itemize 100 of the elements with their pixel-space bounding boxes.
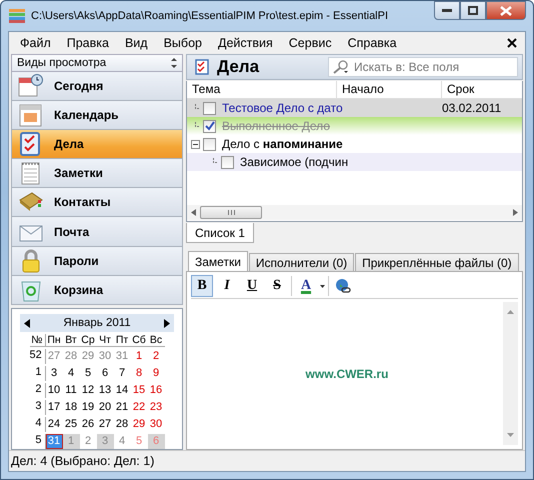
calendar-day[interactable]: 4 <box>114 434 130 450</box>
note-text: www.CWER.ru <box>306 366 388 380</box>
task-checkbox[interactable] <box>203 138 216 150</box>
calendar-day[interactable]: 10 <box>46 383 62 398</box>
detail-tab[interactable]: Заметки <box>188 251 248 271</box>
calendar-day[interactable]: 2 <box>80 434 96 450</box>
minimize-button[interactable] <box>434 1 460 20</box>
search-field[interactable]: Искать в: Все поля <box>328 57 518 77</box>
task-row[interactable]: Дело с напоминание <box>187 135 522 153</box>
calendar-day[interactable]: 27 <box>96 417 114 432</box>
column-header[interactable]: Срок <box>442 81 522 98</box>
list-tab[interactable]: Список 1 <box>186 223 254 243</box>
task-row[interactable]: Зависимое (подчин <box>187 153 522 171</box>
calendar-day[interactable]: 15 <box>130 383 148 398</box>
calendar-day[interactable]: 7 <box>114 366 130 382</box>
weekday-header: № <box>30 334 46 348</box>
menu-item[interactable]: Вид <box>116 36 156 50</box>
calendar-day[interactable]: 25 <box>62 417 80 432</box>
calendar-day[interactable]: 24 <box>46 417 62 432</box>
calendar-day[interactable]: 4 <box>62 366 80 382</box>
menu-item[interactable]: Правка <box>58 36 117 50</box>
calendar-day[interactable]: 19 <box>80 400 96 416</box>
menu-item[interactable]: Сервис <box>280 36 340 50</box>
calendar-day[interactable]: 13 <box>96 383 114 398</box>
sidebar-item[interactable]: Сегодня <box>11 72 183 101</box>
text-color-button[interactable]: A <box>295 275 317 297</box>
calendar-day[interactable]: 16 <box>148 383 164 398</box>
menu-item[interactable]: Файл <box>12 36 59 50</box>
sidebar-item[interactable]: Календарь <box>11 100 183 130</box>
collapse-icon[interactable] <box>191 140 200 148</box>
calendar-day[interactable]: 2 <box>148 349 164 364</box>
month-title: Январь 2011 <box>63 317 131 330</box>
calendar-day[interactable]: 9 <box>148 366 164 382</box>
calendar-day[interactable]: 30 <box>96 349 114 364</box>
weekday-header: Чт <box>96 334 114 348</box>
calendar-day[interactable]: 8 <box>130 366 148 382</box>
calendar-day[interactable]: 3 <box>46 366 62 382</box>
calendar-day[interactable]: 11 <box>62 383 80 398</box>
due-date: 03.02.2011 <box>442 101 502 115</box>
menu-item[interactable]: Выбор <box>156 36 210 50</box>
calendar-day[interactable]: 5 <box>80 366 96 382</box>
column-header[interactable]: Тема <box>187 81 337 98</box>
close-icon[interactable] <box>507 38 517 48</box>
calendar-day[interactable]: 31 <box>114 349 130 364</box>
checklist-icon <box>195 59 209 75</box>
bold-button[interactable]: B <box>191 275 213 297</box>
previous-month-icon[interactable] <box>24 318 30 328</box>
sidebar-item[interactable]: Пароли <box>11 246 183 276</box>
weekday-header: Ср <box>80 334 96 348</box>
scroll-arrows-icon[interactable] <box>171 56 177 69</box>
calendar-day[interactable]: 29 <box>80 349 96 364</box>
task-checkbox[interactable] <box>203 102 216 114</box>
calendar-day[interactable]: 29 <box>130 417 148 432</box>
task-row[interactable]: Тестовое Дело с дато 03.02.2011 <box>187 99 522 117</box>
sidebar-item[interactable]: Контакты <box>11 188 183 218</box>
calendar-day[interactable]: 22 <box>130 400 148 416</box>
menu-item[interactable]: Справка <box>340 36 405 50</box>
maximize-icon <box>468 6 478 15</box>
week-number: 1 <box>30 366 46 382</box>
close-button[interactable] <box>486 1 526 20</box>
horizontal-scrollbar[interactable] <box>187 205 522 220</box>
calendar-day[interactable]: 18 <box>62 400 80 416</box>
scroll-right-icon[interactable] <box>513 209 518 216</box>
maximize-button[interactable] <box>460 1 486 20</box>
sidebar-item[interactable]: Корзина <box>11 276 183 306</box>
calendar-day[interactable]: 14 <box>114 383 130 398</box>
task-checkbox[interactable] <box>203 120 216 132</box>
strikethrough-button[interactable]: S <box>266 275 288 297</box>
italic-button[interactable]: I <box>216 275 238 297</box>
menu-item[interactable]: Действия <box>210 36 281 50</box>
calendar-day[interactable]: 1 <box>130 349 148 364</box>
week-number: 2 <box>30 383 46 398</box>
sidebar-item[interactable]: Заметки <box>11 159 183 188</box>
sidebar-item[interactable]: Почта <box>11 217 183 247</box>
next-month-icon[interactable] <box>164 318 170 328</box>
calendar-day[interactable]: 26 <box>80 417 96 432</box>
task-subject: Зависимое (подчин <box>240 155 348 169</box>
calendar-day[interactable]: 12 <box>80 383 96 398</box>
calendar-day[interactable]: 6 <box>96 366 114 382</box>
section-title: Дела <box>217 57 260 77</box>
calendar-day[interactable]: 28 <box>114 417 130 432</box>
calendar-day[interactable]: 23 <box>148 400 164 416</box>
column-header[interactable]: Начало <box>337 81 442 98</box>
weekday-header: Сб <box>130 334 148 348</box>
task-subject: Дело с напоминание <box>222 137 343 151</box>
calendar-day[interactable]: 20 <box>96 400 114 416</box>
calendar-day[interactable]: 17 <box>46 400 62 416</box>
underline-button[interactable]: U <box>241 275 263 297</box>
calendar-day[interactable]: 28 <box>62 349 80 364</box>
dropdown-caret-icon[interactable] <box>320 284 325 288</box>
detail-tab[interactable]: Прикреплённые файлы (0) <box>355 253 519 271</box>
detail-tab[interactable]: Исполнители (0) <box>248 253 354 271</box>
task-checkbox[interactable] <box>221 156 234 168</box>
calendar-day[interactable]: 21 <box>114 400 130 416</box>
calendar-day[interactable]: 30 <box>148 417 164 432</box>
calendar-day[interactable]: 27 <box>46 349 62 364</box>
scroll-left-icon[interactable] <box>191 209 196 216</box>
sidebar-item[interactable]: Дела <box>11 130 183 160</box>
task-subject: Выполненное Дело <box>222 119 330 133</box>
scrollbar-thumb[interactable] <box>200 206 262 219</box>
